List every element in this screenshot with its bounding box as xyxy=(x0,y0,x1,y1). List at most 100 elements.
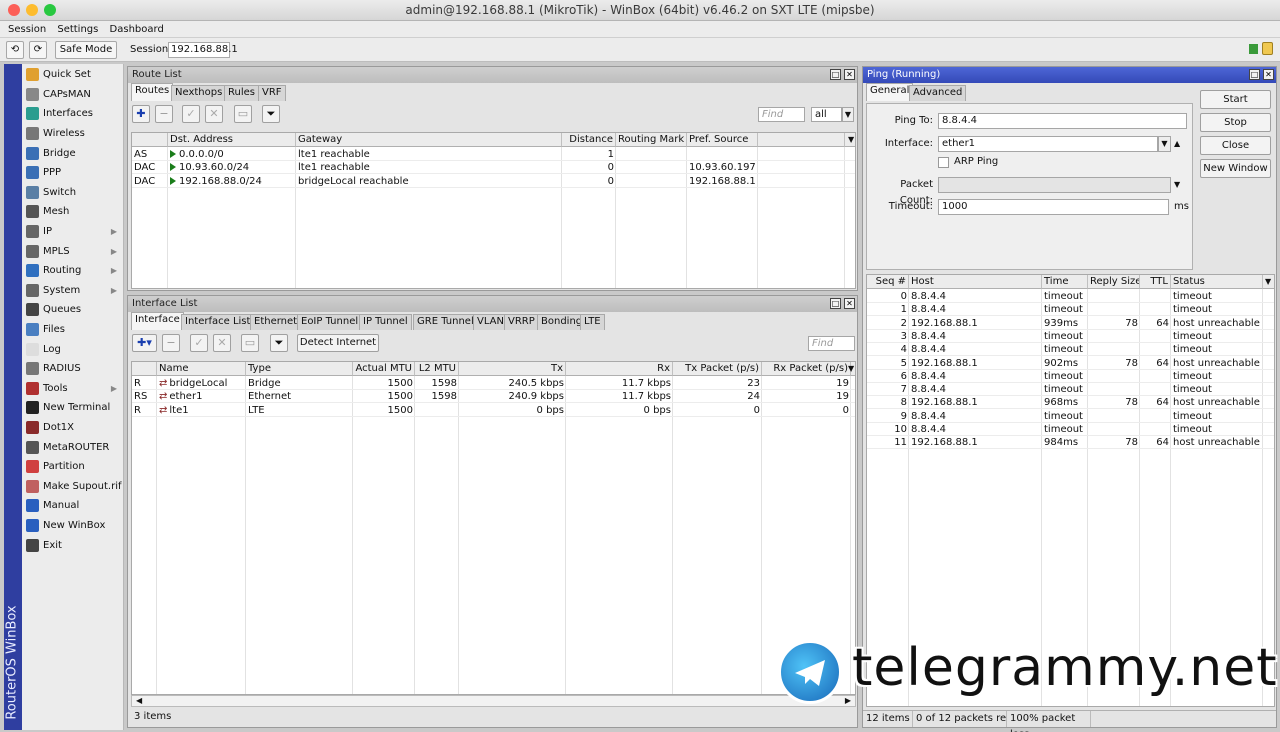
table-row[interactable]: AS 0.0.0.0/0 lte1 reachable 1 xyxy=(132,148,855,161)
sidebar-item-routing[interactable]: Routing ▶ xyxy=(22,261,123,281)
table-row[interactable]: 8 192.168.88.1 968ms 78 64 host unreachable xyxy=(867,396,1274,410)
column-header[interactable]: Time xyxy=(1042,275,1088,289)
close-icon[interactable]: ✕ xyxy=(844,298,855,309)
column-header[interactable] xyxy=(758,133,845,147)
disable-icon[interactable]: ✕ xyxy=(213,334,231,352)
remove-icon[interactable]: − xyxy=(155,105,173,123)
column-header[interactable]: Type xyxy=(246,362,353,376)
new-window-button[interactable]: New Window xyxy=(1200,159,1271,178)
tab-rules[interactable]: Rules xyxy=(224,85,259,101)
sidebar-item-ip[interactable]: IP ▶ xyxy=(22,222,123,242)
menu-session[interactable]: Session xyxy=(4,21,50,38)
table-row[interactable]: 6 8.8.4.4 timeout timeout xyxy=(867,370,1274,383)
column-header[interactable]: Host xyxy=(909,275,1042,289)
chevron-up-icon[interactable]: ▲ xyxy=(1174,136,1180,152)
table-row[interactable]: 0 8.8.4.4 timeout timeout xyxy=(867,290,1274,303)
table-row[interactable]: 2 192.168.88.1 939ms 78 64 host unreachable xyxy=(867,317,1274,330)
sidebar-item-mpls[interactable]: MPLS ▶ xyxy=(22,241,123,261)
column-menu-icon[interactable]: ▼ xyxy=(1265,276,1271,288)
table-row[interactable]: 3 8.8.4.4 timeout timeout xyxy=(867,330,1274,343)
filter-icon[interactable]: ⏷ xyxy=(262,105,280,123)
redo-button[interactable]: ⟳ xyxy=(29,41,47,59)
tab-general[interactable]: General xyxy=(866,83,914,101)
table-row[interactable]: 5 192.168.88.1 902ms 78 64 host unreachable xyxy=(867,357,1274,370)
column-header[interactable]: Rx xyxy=(566,362,673,376)
route-find-input[interactable]: Find xyxy=(758,107,805,122)
table-row[interactable]: 7 8.8.4.4 timeout timeout xyxy=(867,383,1274,397)
chevron-down-icon[interactable]: ▼ xyxy=(1158,136,1171,152)
timeout-input[interactable]: 1000 xyxy=(938,199,1169,215)
table-row[interactable]: 10 8.8.4.4 timeout timeout xyxy=(867,423,1274,436)
disable-icon[interactable]: ✕ xyxy=(205,105,223,123)
safe-mode-button[interactable]: Safe Mode xyxy=(55,41,117,59)
close-icon[interactable]: ✕ xyxy=(844,69,855,80)
interface-list-titlebar[interactable]: Interface List □ ✕ xyxy=(128,296,857,312)
table-row[interactable]: R ⇄ bridgeLocal Bridge 1500 1598 240.5 kbps 11.… xyxy=(132,377,855,390)
maximize-icon[interactable]: □ xyxy=(1249,69,1260,80)
column-header[interactable] xyxy=(132,362,157,376)
sidebar-item-supout[interactable]: Make Supout.rif xyxy=(22,476,123,496)
table-row[interactable]: 4 8.8.4.4 timeout timeout xyxy=(867,343,1274,357)
comment-icon[interactable]: ▭ xyxy=(234,105,252,123)
table-row[interactable]: DAC 10.93.60.0/24 lte1 reachable 0 10.93.60.… xyxy=(132,161,855,175)
arp-ping-checkbox[interactable] xyxy=(938,157,949,168)
column-header[interactable]: Dst. Address xyxy=(168,133,296,147)
ping-titlebar[interactable]: Ping (Running) □ ✕ xyxy=(863,67,1276,83)
chevron-down-icon[interactable]: ▼ xyxy=(1174,177,1180,193)
sidebar-item-bridge[interactable]: Bridge xyxy=(22,143,123,163)
sidebar-item-tools[interactable]: Tools ▶ xyxy=(22,379,123,399)
close-window-button[interactable] xyxy=(8,4,20,16)
sidebar-item-quickset[interactable]: Quick Set xyxy=(22,65,123,85)
undo-button[interactable]: ⟲ xyxy=(6,41,24,59)
interface-select[interactable]: ether1 xyxy=(938,136,1158,152)
table-row[interactable]: 1 8.8.4.4 timeout timeout xyxy=(867,303,1274,317)
tab-routes[interactable]: Routes xyxy=(131,83,174,101)
sidebar-item-wireless[interactable]: Wireless xyxy=(22,124,123,144)
tab-bonding[interactable]: Bonding xyxy=(537,314,587,330)
tab-vlan[interactable]: VLAN xyxy=(473,314,508,330)
maximize-icon[interactable]: □ xyxy=(830,69,841,80)
chevron-down-icon[interactable]: ▼ xyxy=(842,107,854,122)
ping-to-input[interactable]: 8.8.4.4 xyxy=(938,113,1187,129)
tab-interface-list[interactable]: Interface List xyxy=(181,314,255,330)
sidebar-item-manual[interactable]: Manual xyxy=(22,496,123,516)
sidebar-item-queues[interactable]: Queues xyxy=(22,300,123,320)
tab-lte[interactable]: LTE xyxy=(580,314,605,330)
column-header[interactable]: Distance xyxy=(562,133,616,147)
add-icon[interactable]: ✚ xyxy=(132,105,150,123)
table-row[interactable]: RS ⇄ ether1 Ethernet 1500 1598 240.9 kbps 11.7 … xyxy=(132,390,855,404)
add-icon[interactable]: ✚▾ xyxy=(132,334,157,352)
column-header[interactable]: Rx Packet (p/s) xyxy=(762,362,851,376)
sidebar-item-log[interactable]: Log xyxy=(22,339,123,359)
sidebar-item-interfaces[interactable]: Interfaces xyxy=(22,104,123,124)
tab-interface[interactable]: Interface xyxy=(131,312,184,330)
sidebar-item-radius[interactable]: RADIUS xyxy=(22,359,123,379)
maximize-icon[interactable]: □ xyxy=(830,298,841,309)
tab-vrf[interactable]: VRF xyxy=(258,85,286,101)
column-header[interactable]: Routing Mark xyxy=(616,133,687,147)
column-header[interactable]: L2 MTU xyxy=(415,362,459,376)
column-header[interactable]: TTL xyxy=(1140,275,1171,289)
sidebar-item-switch[interactable]: Switch xyxy=(22,183,123,203)
tab-eoip-tunnel[interactable]: EoIP Tunnel xyxy=(297,314,363,330)
zoom-window-button[interactable] xyxy=(44,4,56,16)
close-icon[interactable]: ✕ xyxy=(1263,69,1274,80)
sidebar-item-ppp[interactable]: PPP xyxy=(22,163,123,183)
sidebar-item-capsman[interactable]: CAPsMAN xyxy=(22,85,123,105)
enable-icon[interactable]: ✓ xyxy=(182,105,200,123)
detect-internet-button[interactable]: Detect Internet xyxy=(297,334,379,352)
column-header[interactable]: Seq # xyxy=(867,275,909,289)
route-filter-select[interactable]: all xyxy=(811,107,842,122)
stop-button[interactable]: Stop xyxy=(1200,113,1271,132)
tab-gre-tunnel[interactable]: GRE Tunnel xyxy=(413,314,478,330)
menu-dashboard[interactable]: Dashboard xyxy=(106,21,168,38)
tab-ethernet[interactable]: Ethernet xyxy=(250,314,302,330)
sidebar-item-exit[interactable]: Exit xyxy=(22,535,123,555)
sidebar-item-mesh[interactable]: Mesh xyxy=(22,202,123,222)
column-header[interactable]: Status xyxy=(1171,275,1263,289)
filter-icon[interactable]: ⏷ xyxy=(270,334,288,352)
sidebar-item-newwinbox[interactable]: New WinBox xyxy=(22,516,123,536)
sidebar-item-metarouter[interactable]: MetaROUTER xyxy=(22,437,123,457)
packet-count-input[interactable] xyxy=(938,177,1171,193)
column-header[interactable]: Tx xyxy=(459,362,566,376)
